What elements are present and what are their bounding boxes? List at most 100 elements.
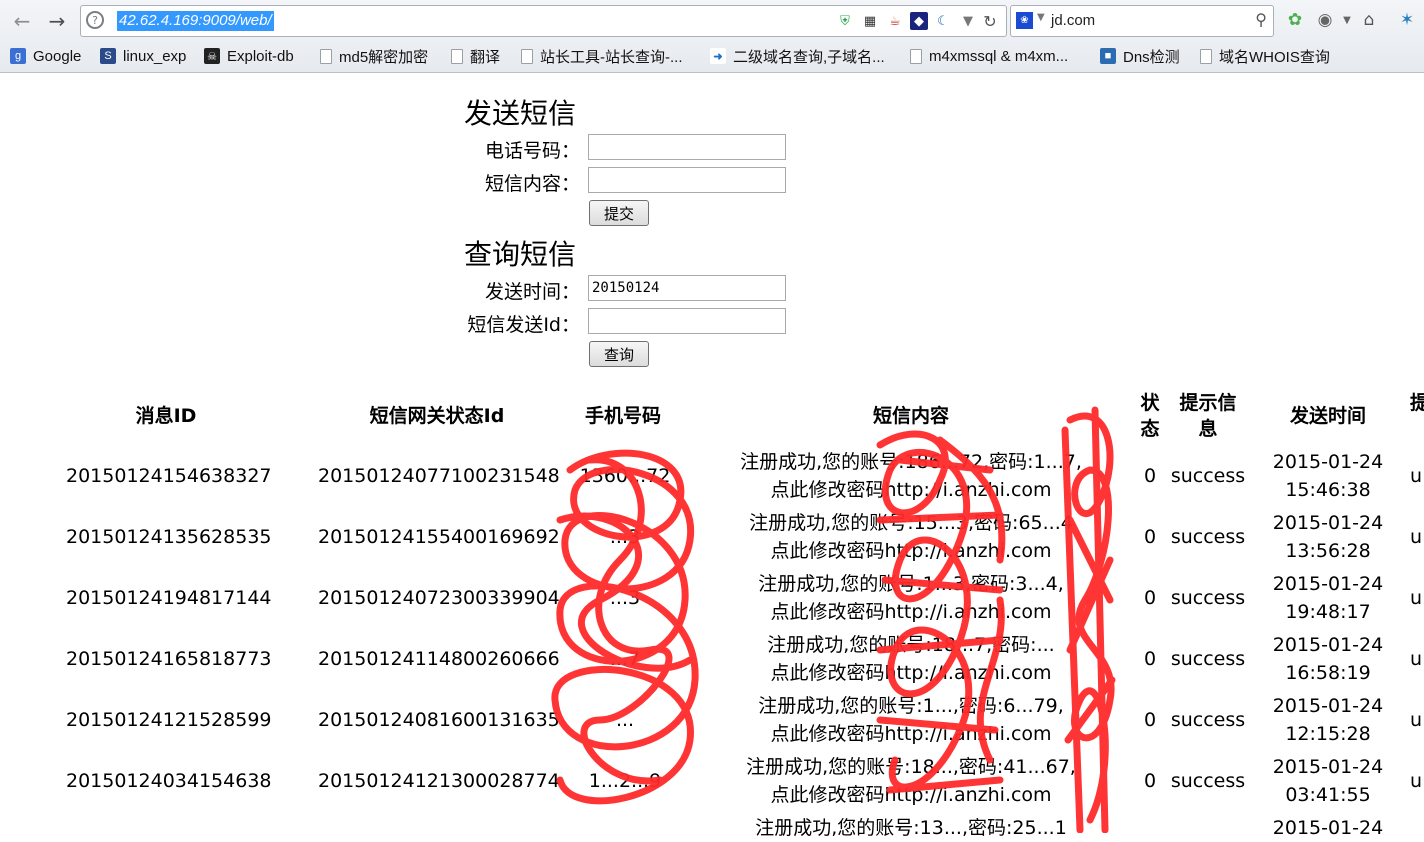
cell-gateway-id: 20150124155400169692 <box>318 526 560 548</box>
dns-icon: ■ <box>1100 48 1116 64</box>
cell-status: 0 <box>1143 709 1157 731</box>
bookmark-label: 站长工具-站长查询-... <box>540 48 683 66</box>
qr-code-icon[interactable]: ▦ <box>861 12 879 30</box>
cell-content-line2: 点此修改密码http://i.anzhi.com <box>770 662 1052 684</box>
sms-id-label: 短信发送Id： <box>467 314 580 336</box>
header-phone: 手机号码 <box>584 405 661 427</box>
bookmark-md5[interactable]: md5解密加密 <box>320 45 428 67</box>
addon-icon[interactable]: ◆ <box>910 12 928 30</box>
baidu-icon[interactable]: ❀ <box>1016 12 1033 29</box>
browser-chrome: ← → ? 42.62.4.169:9009/web/ ⛨ ▦ ☕ ◆ ☾ ▼ … <box>0 0 1424 73</box>
redaction-scribble <box>551 449 699 805</box>
bookmark-whois[interactable]: 域名WHOIS查询 <box>1200 45 1330 67</box>
search-bar[interactable]: ❀ ▼ jd.com ⚲ <box>1010 5 1274 37</box>
cell-message-id: 20150124034154638 <box>66 770 272 792</box>
header-status: 状态 <box>1140 392 1160 440</box>
dropdown-arrow-icon[interactable]: ▼ <box>959 12 977 30</box>
cell-content-line1: 注册成功,您的账号:1...,密码:6...79, <box>758 695 1064 717</box>
subdomain-site-icon: ➜ <box>710 48 726 64</box>
search-icon[interactable]: ⚲ <box>1255 10 1267 29</box>
page-icon <box>910 48 922 64</box>
cell-content-line2: 点此修改密码http://i.anzhi.com <box>770 479 1052 501</box>
cell-content-line1: 注册成功,您的账号:13...,密码:25...1 <box>755 817 1067 839</box>
account-dropdown-icon[interactable]: ▼ <box>1336 9 1358 31</box>
cell-message-id: 20150124121528599 <box>66 709 272 731</box>
query-button[interactable]: 查询 <box>589 341 649 367</box>
cell-extra: u <box>1410 709 1423 731</box>
bookmark-linux-exp[interactable]: S linux_exp <box>100 45 186 67</box>
bookmark-translate[interactable]: 翻译 <box>451 45 500 67</box>
page-icon <box>451 48 463 64</box>
cell-message-id: 20150124135628535 <box>66 526 272 548</box>
search-input[interactable]: jd.com <box>1051 11 1095 31</box>
shield-icon[interactable]: ⛨ <box>836 12 854 30</box>
cell-message-id: 20150124194817144 <box>66 587 272 609</box>
bookmark-label: Google <box>33 47 82 65</box>
bookmark-label: 翻译 <box>470 48 501 66</box>
page-icon <box>1200 48 1212 64</box>
back-icon[interactable]: ← <box>9 8 35 34</box>
bookmark-google[interactable]: g Google <box>10 45 81 67</box>
cell-status: 0 <box>1143 770 1157 792</box>
site-identity-icon[interactable]: ? <box>86 11 104 29</box>
cell-status: 0 <box>1143 587 1157 609</box>
address-bar[interactable]: ? 42.62.4.169:9009/web/ ⛨ ▦ ☕ ◆ ☾ ▼ ↻ <box>80 5 1007 37</box>
header-message-id: 消息ID <box>135 405 197 427</box>
bookmark-dns[interactable]: ■ Dns检测 <box>1100 45 1180 67</box>
bookmarks-toolbar: g Google S linux_exp ☠ Exploit-db md5解密加… <box>0 42 1424 70</box>
cell-tip: success <box>1170 526 1246 548</box>
cell-send-date: 2015-01-24 <box>1272 695 1384 717</box>
bookmark-label: Dns检测 <box>1123 48 1180 66</box>
cell-phone: 1360...72 <box>579 465 671 487</box>
search-engine-dropdown-icon[interactable]: ▼ <box>1037 12 1045 23</box>
cell-extra: u <box>1410 526 1423 548</box>
cell-send-time: 13:56:28 <box>1285 540 1371 562</box>
content-input[interactable] <box>588 167 786 193</box>
cell-send-date: 2015-01-24 <box>1272 817 1384 839</box>
forward-icon[interactable]: → <box>44 8 70 34</box>
cell-message-id: 20150124165818773 <box>66 648 272 670</box>
cell-extra: u <box>1410 587 1423 609</box>
cell-phone: ... <box>615 709 635 731</box>
cell-tip: success <box>1170 648 1246 670</box>
cell-phone: 1...2...9 <box>588 770 662 792</box>
cell-extra: u <box>1410 465 1423 487</box>
url-text[interactable]: 42.62.4.169:9009/web/ <box>117 11 274 31</box>
account-icon[interactable]: ◉ <box>1314 9 1336 31</box>
header-send-time: 发送时间 <box>1289 405 1366 427</box>
home-icon[interactable]: ⌂ <box>1358 9 1380 31</box>
bookmark-webmaster-tools[interactable]: 站长工具-站长查询-... <box>521 45 683 67</box>
reload-icon[interactable]: ↻ <box>981 12 999 31</box>
network-icon[interactable]: ✶ <box>1396 9 1418 31</box>
cell-gateway-id: 20150124081600131635 <box>318 709 560 731</box>
bookmark-label: 域名WHOIS查询 <box>1219 48 1330 66</box>
cell-send-date: 2015-01-24 <box>1272 451 1384 473</box>
cell-content-line1: 注册成功,您的账号:18...,密码:41...67, <box>746 756 1076 778</box>
cell-content-line1: 注册成功,您的账号:15...3,密码:65...4 <box>749 512 1073 534</box>
cell-gateway-id: 20150124077100231548 <box>318 465 560 487</box>
extension-icon[interactable]: ✿ <box>1284 9 1306 31</box>
cell-tip: success <box>1170 465 1246 487</box>
cell-content-line2: 点此修改密码http://i.anzhi.com <box>770 723 1052 745</box>
moon-icon[interactable]: ☾ <box>934 12 952 30</box>
bookmark-label: m4xmssql & m4xm... <box>929 47 1069 65</box>
cell-tip: success <box>1170 770 1246 792</box>
page-icon <box>521 48 533 64</box>
submit-button[interactable]: 提交 <box>589 200 649 226</box>
send-sms-title: 发送短信 <box>464 97 577 130</box>
cell-send-date: 2015-01-24 <box>1272 756 1384 778</box>
cell-status: 0 <box>1143 465 1157 487</box>
page-icon <box>320 48 332 64</box>
send-time-input[interactable]: 20150124 <box>588 275 786 301</box>
bookmark-exploit-db[interactable]: ☠ Exploit-db <box>204 45 294 67</box>
cell-send-time: 19:48:17 <box>1285 601 1371 623</box>
cell-send-date: 2015-01-24 <box>1272 512 1384 534</box>
sms-id-input[interactable] <box>588 308 786 334</box>
header-extra: 提 <box>1410 392 1424 414</box>
cell-content-line2: 点此修改密码http://i.anzhi.com <box>770 784 1052 806</box>
java-icon[interactable]: ☕ <box>886 12 904 30</box>
bookmark-subdomain[interactable]: ➜ 二级域名查询,子域名... <box>710 45 885 67</box>
phone-input[interactable] <box>588 134 786 160</box>
bookmark-m4xmssql[interactable]: m4xmssql & m4xm... <box>910 45 1068 67</box>
bookmark-label: Exploit-db <box>227 47 294 65</box>
